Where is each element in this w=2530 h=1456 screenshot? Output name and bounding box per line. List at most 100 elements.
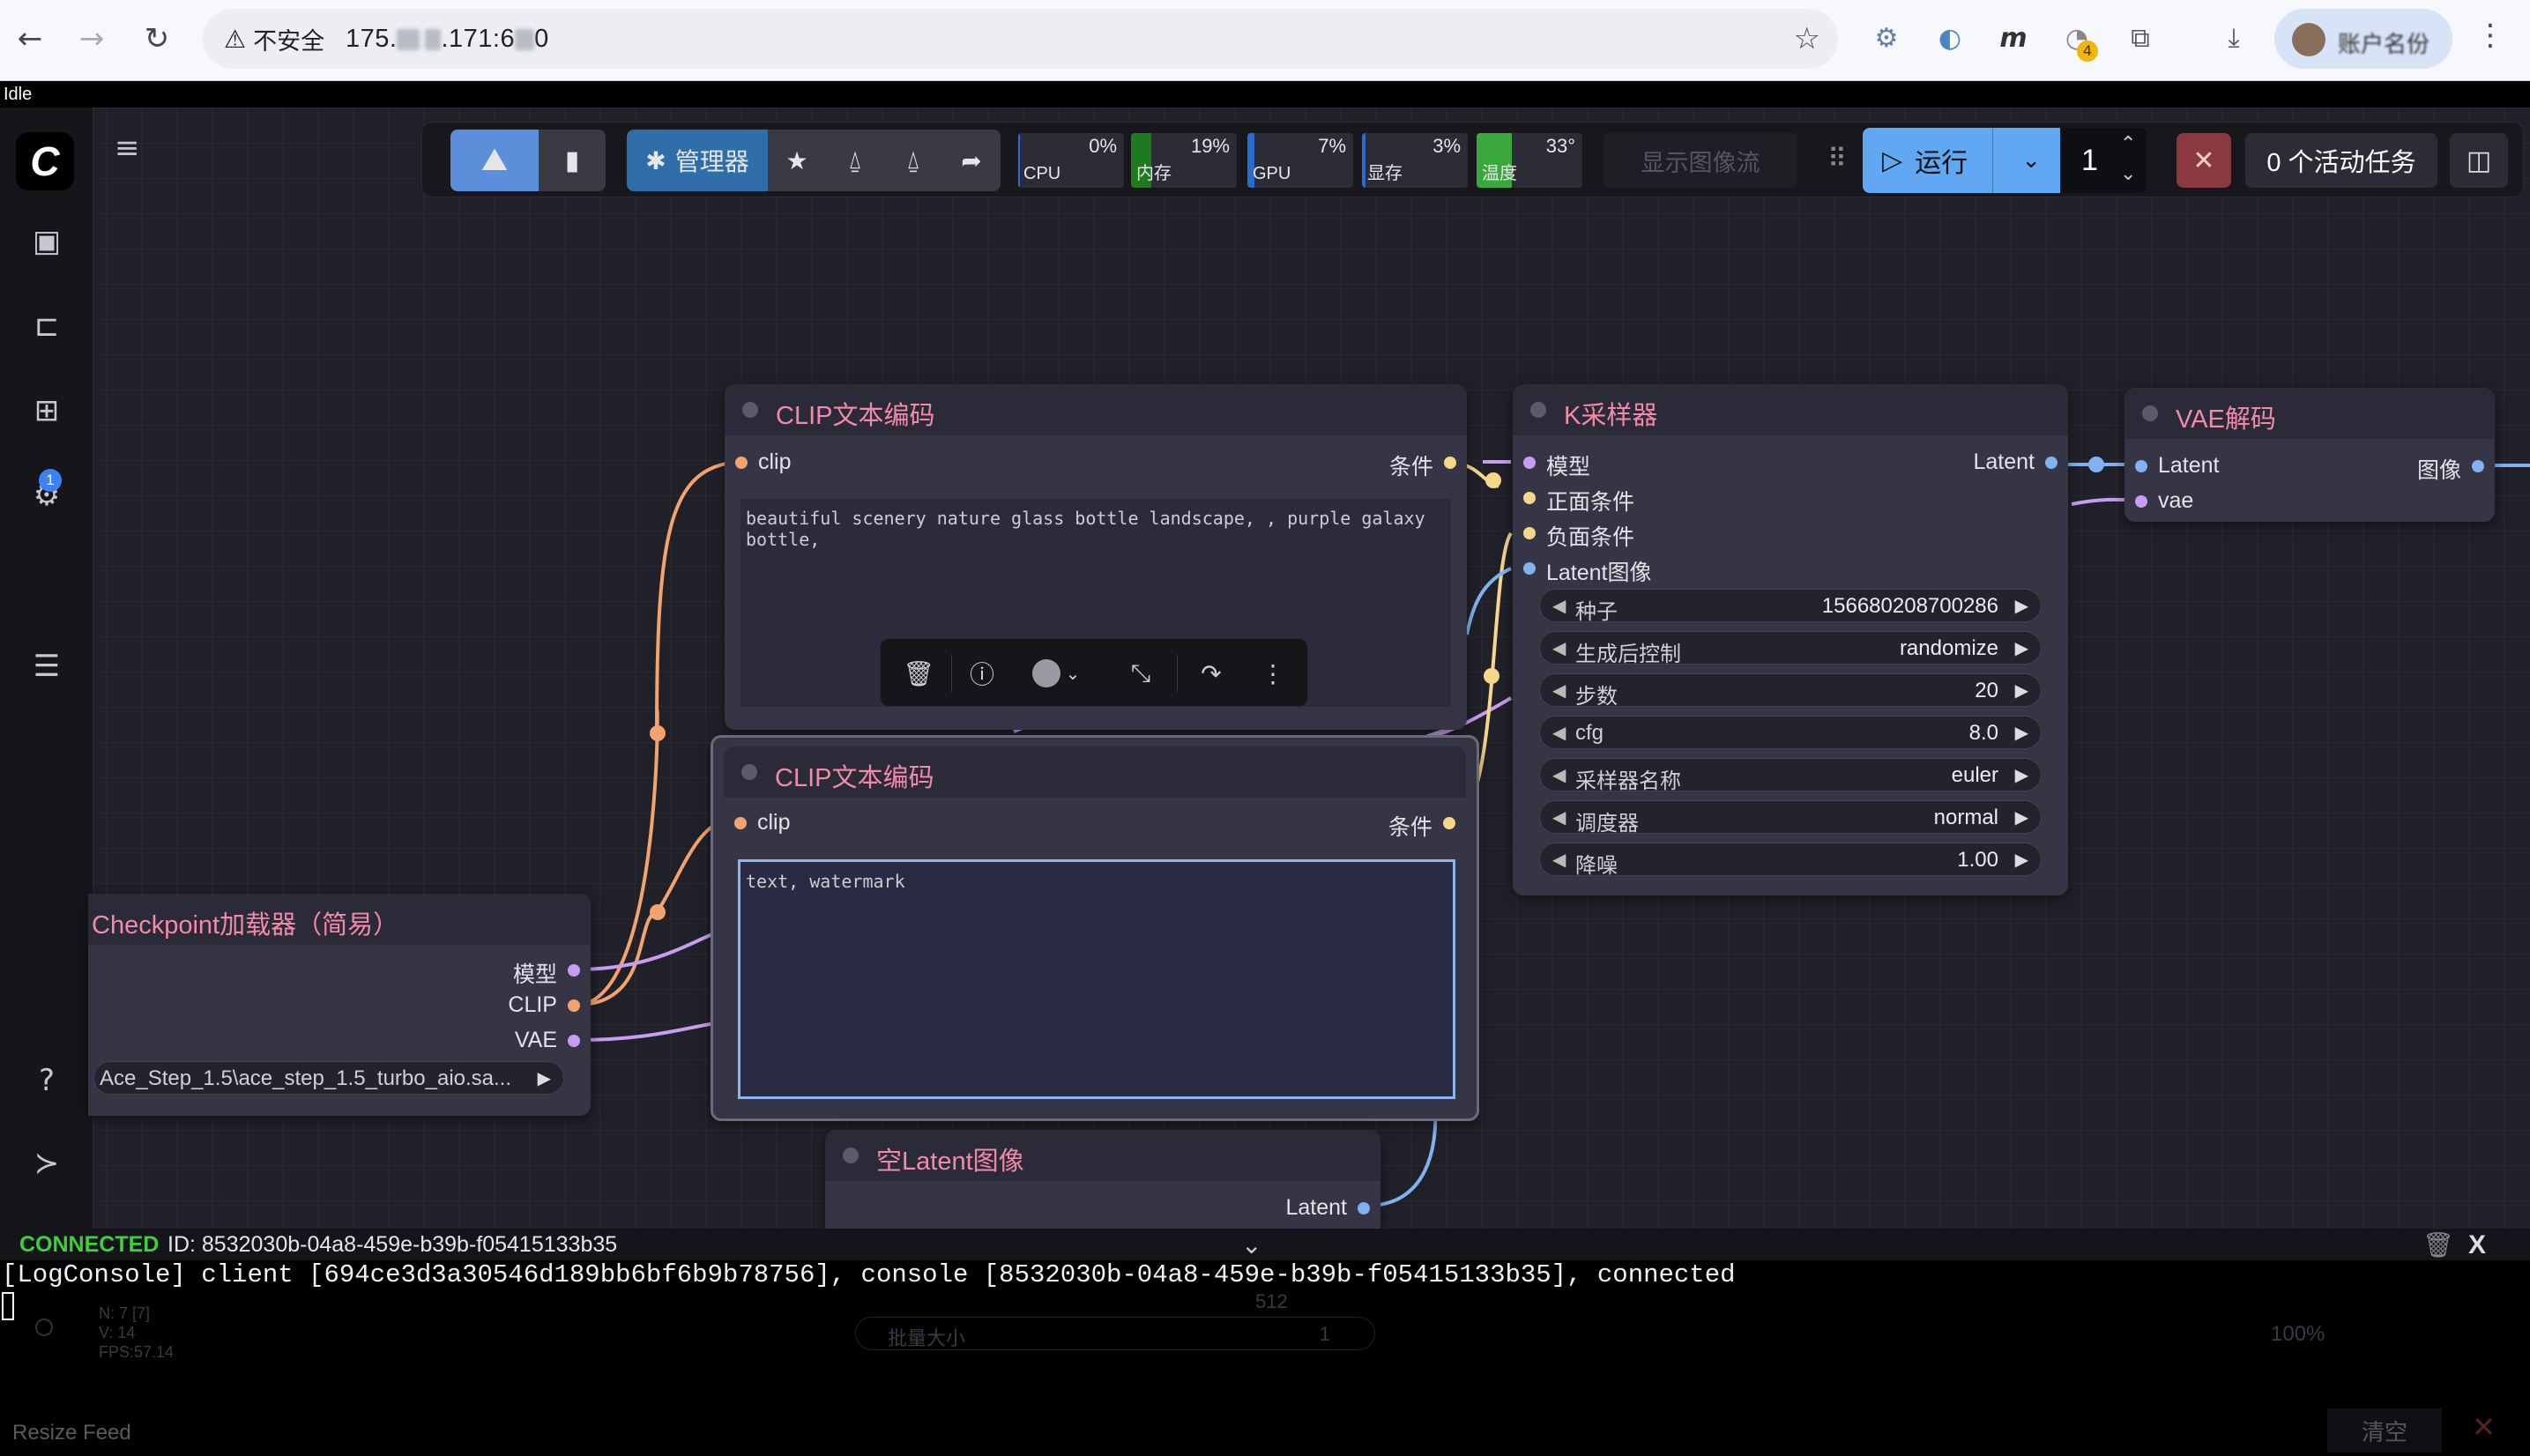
port-dot[interactable] bbox=[1358, 1202, 1370, 1215]
cancel-queue-button[interactable]: ✕ bbox=[2177, 133, 2231, 188]
collapse-dot[interactable] bbox=[843, 1148, 859, 1163]
translate-icon[interactable]: ⚙ bbox=[1867, 19, 1906, 58]
workflow-logo-button[interactable]: ⛰ bbox=[450, 130, 539, 191]
port-dot[interactable] bbox=[735, 457, 748, 469]
menu-icon[interactable]: ≡ bbox=[115, 130, 140, 166]
model-library-icon[interactable]: ⊞ bbox=[24, 388, 70, 434]
increment-arrow-icon[interactable]: ▶ bbox=[2015, 680, 2028, 701]
port-dot[interactable] bbox=[568, 999, 580, 1012]
chevron-down-icon[interactable]: ⌄ bbox=[1241, 1230, 1261, 1259]
app-logo[interactable]: C bbox=[16, 132, 74, 190]
increment-arrow-icon[interactable]: ▶ bbox=[2015, 637, 2028, 658]
star-icon[interactable]: ★ bbox=[768, 130, 826, 191]
collapse-dot[interactable] bbox=[1530, 402, 1546, 418]
input-negative[interactable]: 负面条件 bbox=[1523, 520, 1634, 552]
decrement-arrow-icon[interactable]: ◀ bbox=[1552, 722, 1566, 743]
port-dot[interactable] bbox=[1444, 457, 1456, 469]
port-dot[interactable] bbox=[2135, 495, 2147, 508]
port-dot[interactable] bbox=[568, 1035, 580, 1047]
bookmark-star-icon[interactable]: ☆ bbox=[1794, 21, 1820, 56]
templates-icon[interactable]: ☰ bbox=[24, 643, 70, 689]
close-console-button[interactable]: X bbox=[2468, 1230, 2486, 1260]
security-warning[interactable]: ⚠ 不安全 bbox=[224, 21, 324, 56]
input-vae[interactable]: vae bbox=[2135, 488, 2193, 514]
denoise-widget[interactable]: ◀ 降噪 1.00 ▶ bbox=[1539, 843, 2042, 878]
increment-icon[interactable]: ⌃ bbox=[2120, 130, 2136, 160]
node-header[interactable]: Checkpoint加载器（简易） bbox=[88, 894, 591, 945]
more-icon[interactable]: ⋮ bbox=[1253, 653, 1293, 694]
trash-icon[interactable]: 🗑 bbox=[2422, 1230, 2454, 1259]
node-header[interactable]: K采样器 bbox=[1513, 384, 2068, 435]
collapse-icon[interactable]: ⤡ bbox=[1120, 653, 1161, 694]
bookmark-icon[interactable]: ▮ bbox=[539, 130, 606, 191]
port-dot[interactable] bbox=[734, 817, 747, 829]
browser-menu-icon[interactable]: ⋮ bbox=[2475, 18, 2505, 53]
info-icon[interactable]: ⓘ bbox=[962, 653, 1002, 694]
bypass-icon[interactable]: ↷ bbox=[1191, 653, 1232, 694]
input-model[interactable]: 模型 bbox=[1523, 449, 1590, 481]
log-console[interactable]: [LogConsole] client [694ce3d3a30546d189b… bbox=[0, 1260, 2530, 1456]
run-options-chevron-icon[interactable]: ⌄ bbox=[2021, 147, 2041, 174]
terminal-icon[interactable]: ≻ bbox=[24, 1140, 70, 1186]
input-positive[interactable]: 正面条件 bbox=[1523, 485, 1634, 516]
scheduler-widget[interactable]: ◀ 调度器 normal ▶ bbox=[1539, 800, 2042, 836]
decrement-icon[interactable]: ⌄ bbox=[2120, 160, 2136, 189]
port-dot[interactable] bbox=[1443, 817, 1455, 829]
node-header[interactable]: CLIP文本编码 bbox=[724, 747, 1466, 798]
collapse-dot[interactable] bbox=[2142, 405, 2158, 421]
forward-icon[interactable]: → bbox=[72, 19, 111, 58]
share-icon[interactable]: ➦ bbox=[942, 130, 1001, 191]
ksampler-node[interactable]: K采样器 模型 正面条件 负面条件 Latent图像 Latent ◀ 种子 1… bbox=[1513, 384, 2068, 895]
drag-handle-icon[interactable]: ⠿ bbox=[1827, 144, 1847, 175]
show-image-flow-button[interactable]: 显示图像流 bbox=[1604, 133, 1797, 188]
increment-arrow-icon[interactable]: ▶ bbox=[2015, 849, 2028, 870]
decrement-arrow-icon[interactable]: ◀ bbox=[1552, 637, 1566, 658]
collapse-dot[interactable] bbox=[741, 764, 757, 780]
port-dot[interactable] bbox=[1523, 562, 1536, 575]
ckpt-name-widget[interactable]: Ace_Step_1.5\ace_step_1.5_turbo_aio.sa..… bbox=[93, 1061, 564, 1095]
address-bar[interactable]: ⚠ 不安全 175. .171:6 0 ☆ bbox=[203, 9, 1838, 69]
decrement-arrow-icon[interactable]: ◀ bbox=[1552, 764, 1566, 785]
increment-arrow-icon[interactable]: ▶ bbox=[2015, 722, 2028, 743]
download-icon[interactable]: ⤓ bbox=[2214, 19, 2253, 58]
output-latent[interactable]: Latent bbox=[1285, 1195, 1370, 1221]
output-conditioning[interactable]: 条件 bbox=[1388, 810, 1455, 842]
clip-text-encode-node-2[interactable]: CLIP文本编码 clip 条件 text, watermark bbox=[711, 735, 1479, 1121]
negative-prompt-textarea[interactable]: text, watermark bbox=[738, 859, 1455, 1099]
bell-icon[interactable]: ⍙ bbox=[826, 130, 884, 191]
port-dot[interactable] bbox=[568, 964, 580, 977]
steps-widget[interactable]: ◀ 步数 20 ▶ bbox=[1539, 673, 2042, 709]
puzzle-icon[interactable]: ⧉ bbox=[2121, 19, 2160, 58]
reload-icon[interactable]: ↻ bbox=[138, 19, 176, 58]
image-gallery-icon[interactable]: ▣ bbox=[24, 219, 70, 264]
cfg-widget[interactable]: ◀ cfg 8.0 ▶ bbox=[1539, 716, 2042, 749]
badge-ext-icon[interactable]: ◔ 4 bbox=[2057, 19, 2098, 62]
m-icon[interactable]: m bbox=[1994, 19, 2033, 58]
port-dot[interactable] bbox=[1523, 527, 1536, 539]
decrement-arrow-icon[interactable]: ◀ bbox=[1552, 849, 1566, 870]
color-picker[interactable]: ⌄ bbox=[1025, 653, 1087, 694]
edge-icon[interactable]: ◐ bbox=[1931, 19, 1969, 58]
port-dot[interactable] bbox=[1523, 457, 1536, 469]
port-dot[interactable] bbox=[2045, 457, 2057, 469]
vae-decode-node[interactable]: VAE解码 Latent vae 图像 bbox=[2124, 388, 2495, 522]
increment-arrow-icon[interactable]: ▶ bbox=[538, 1067, 551, 1088]
increment-arrow-icon[interactable]: ▶ bbox=[2015, 595, 2028, 616]
input-clip[interactable]: clip bbox=[734, 810, 791, 836]
active-tasks-button[interactable]: 0 个活动任务 bbox=[2245, 133, 2437, 188]
back-icon[interactable]: ← bbox=[11, 19, 49, 58]
control-after-generate-widget[interactable]: ◀ 生成后控制 randomize ▶ bbox=[1539, 631, 2042, 666]
output-latent[interactable]: Latent bbox=[1973, 449, 2057, 475]
port-dot[interactable] bbox=[2135, 460, 2147, 472]
sampler-name-widget[interactable]: ◀ 采样器名称 euler ▶ bbox=[1539, 758, 2042, 793]
input-latent-image[interactable]: Latent图像 bbox=[1523, 555, 1652, 587]
profile-button[interactable]: 账户名份 bbox=[2274, 9, 2452, 69]
node-library-icon[interactable]: ⊏ bbox=[24, 303, 70, 349]
bell-alt-icon[interactable]: ⍙ bbox=[884, 130, 942, 191]
output-clip[interactable]: CLIP bbox=[508, 992, 580, 1018]
node-header[interactable]: 空Latent图像 bbox=[825, 1130, 1380, 1181]
port-dot[interactable] bbox=[1523, 492, 1536, 504]
run-button[interactable]: ▷ 运行 ⌄ bbox=[1863, 128, 2060, 193]
output-conditioning[interactable]: 条件 bbox=[1389, 449, 1456, 481]
resize-feed-label[interactable]: Resize Feed bbox=[12, 1421, 131, 1445]
